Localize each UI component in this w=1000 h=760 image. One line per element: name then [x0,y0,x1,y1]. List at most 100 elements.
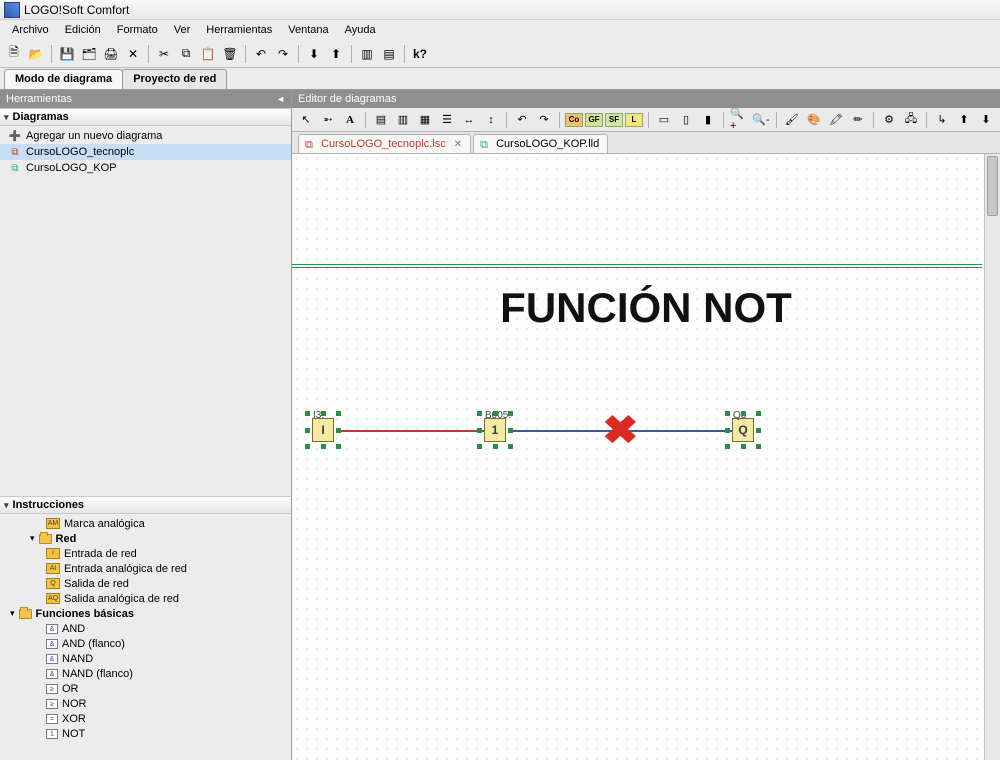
gate-icon: 1 [46,729,58,739]
tree-item-label: NOR [62,698,86,710]
redo-icon[interactable]: ↷ [534,111,554,129]
layout2-icon[interactable]: ▯ [676,111,696,129]
tree-item-nor[interactable]: ≥ NOR [0,696,291,711]
diagrams-section-header[interactable]: ▾ Diagramas [0,108,291,126]
copy-icon[interactable]: ⧉ [176,44,196,64]
layout3-icon[interactable]: ▮ [698,111,718,129]
tree-item-xor[interactable]: = XOR [0,711,291,726]
menu-ventana[interactable]: Ventana [280,22,336,38]
zoom-in-icon[interactable]: 🔍+ [729,111,749,129]
tree-item-curso-kop[interactable]: ⧉ CursoLOGO_KOP [0,160,291,176]
dist-h-icon[interactable]: ↔ [459,111,479,129]
paint3-icon[interactable]: 🖍 [826,111,846,129]
vertical-scrollbar[interactable] [984,154,1000,760]
connect-icon[interactable]: ➵ [318,111,338,129]
pointer-icon[interactable]: ↖ [296,111,316,129]
editor-toolbar: ↖ ➵ A ▤ ▥ ▦ ☰ ↔ ↕ ↶ ↷ Co GF SF L ▭ ▯ ▮ 🔍… [292,108,1000,132]
down-icon[interactable]: ⬇ [976,111,996,129]
fbd-icon: ⧉ [8,146,22,158]
paste-icon[interactable]: 📋 [198,44,218,64]
app-icon [4,2,20,18]
doc-tab-tecnoplc[interactable]: ⧉ CursoLOGO_tecnoplc.lsc ✕ [298,134,471,153]
menu-edicion[interactable]: Edición [57,22,109,38]
scrollbar-thumb[interactable] [987,156,998,216]
window1-icon[interactable]: ▥ [357,44,377,64]
open-icon[interactable]: 📂 [26,44,46,64]
download-icon[interactable]: ⬇ [304,44,324,64]
block-input-i3[interactable]: I3. I [312,418,334,442]
tab-diagram-mode[interactable]: Modo de diagrama [4,69,123,89]
constants-box[interactable]: Co [565,113,583,127]
tree-item-salida-analog-red[interactable]: AQ Salida analógica de red [0,591,291,606]
tree-item-label: CursoLOGO_tecnoplc [26,146,134,158]
gate-icon: ≥ [46,684,58,694]
upload-icon[interactable]: ⬆ [326,44,346,64]
doc-tab-kop[interactable]: ⧉ CursoLOGO_KOP.lld [473,134,608,153]
basic-functions-box[interactable]: GF [585,113,603,127]
logs-box[interactable]: L [625,113,643,127]
simulate-icon[interactable]: ⚙ [879,111,899,129]
diagram-canvas[interactable]: FUNCIÓN NOT I3. I B005. 1 ✖ Q3 Q [292,154,1000,760]
close-doc-icon[interactable]: ✕ [123,44,143,64]
tree-folder-red[interactable]: ▾ Red [0,531,291,546]
instructions-section-header[interactable]: ▾ Instrucciones [0,496,291,514]
tree-item-not[interactable]: 1 NOT [0,726,291,741]
tree-item-and-flanco[interactable]: & AND (flanco) [0,636,291,651]
tree-item-label: Red [56,533,77,545]
tree-folder-funciones-basicas[interactable]: ▾ Funciones básicas [0,606,291,621]
save-icon[interactable]: 💾 [57,44,77,64]
delete-icon[interactable]: 🗑 [220,44,240,64]
undo-icon[interactable]: ↶ [512,111,532,129]
tree-item-or[interactable]: ≥ OR [0,681,291,696]
gate-icon: & [46,669,58,679]
tools-panel-header: Herramientas ◄ [0,90,291,108]
up-icon[interactable]: ⬆ [954,111,974,129]
network-icon[interactable]: 🖧 [901,111,921,129]
collapse-left-icon[interactable]: ◄ [276,94,285,104]
menu-archivo[interactable]: Archivo [4,22,57,38]
text-icon[interactable]: A [340,111,360,129]
layout1-icon[interactable]: ▭ [654,111,674,129]
align-right-icon[interactable]: ▦ [415,111,435,129]
menu-formato[interactable]: Formato [109,22,166,38]
print-icon[interactable]: 🖨 [101,44,121,64]
paint4-icon[interactable]: ✏ [848,111,868,129]
tab-net-project[interactable]: Proyecto de red [122,69,227,89]
tree-item-salida-red[interactable]: Q Salida de red [0,576,291,591]
paint2-icon[interactable]: 🎨 [804,111,824,129]
block-output-q3[interactable]: Q3 Q [732,418,754,442]
tree-item-nand[interactable]: & NAND [0,651,291,666]
tree-item-label: Agregar un nuevo diagrama [26,130,162,142]
redo-icon[interactable]: ↷ [273,44,293,64]
help-icon[interactable]: k? [410,44,430,64]
save-all-icon[interactable]: 🗂 [79,44,99,64]
close-tab-icon[interactable]: ✕ [450,139,462,150]
toolbar-separator [506,112,507,128]
undo-icon[interactable]: ↶ [251,44,271,64]
new-icon[interactable]: 🗎 [4,44,24,64]
menu-ver[interactable]: Ver [166,22,199,38]
align-center-icon[interactable]: ▥ [393,111,413,129]
wire-i-to-b[interactable] [336,430,488,432]
menu-ayuda[interactable]: Ayuda [337,22,384,38]
cut-icon[interactable]: ✂ [154,44,174,64]
goto-icon[interactable]: ↳ [932,111,952,129]
add-new-diagram[interactable]: ➕ Agregar un nuevo diagrama [0,128,291,144]
window2-icon[interactable]: ▤ [379,44,399,64]
toolbar-separator [776,112,777,128]
block-not-b005[interactable]: B005. 1 [484,418,506,442]
tree-item-nand-flanco[interactable]: & NAND (flanco) [0,666,291,681]
special-functions-box[interactable]: SF [605,113,623,127]
tree-item-marca-analogica[interactable]: AM Marca analógica [0,516,291,531]
tree-item-entrada-red[interactable]: I Entrada de red [0,546,291,561]
align-top-icon[interactable]: ☰ [437,111,457,129]
menu-herramientas[interactable]: Herramientas [198,22,280,38]
dist-v-icon[interactable]: ↕ [481,111,501,129]
tree-item-and[interactable]: & AND [0,621,291,636]
paint1-icon[interactable]: 🖌 [782,111,802,129]
align-left-icon[interactable]: ▤ [371,111,391,129]
canvas-area[interactable]: FUNCIÓN NOT I3. I B005. 1 ✖ Q3 Q [292,154,1000,760]
tree-item-curso-tecnoplc[interactable]: ⧉ CursoLOGO_tecnoplc [0,144,291,160]
zoom-out-icon[interactable]: 🔍- [751,111,771,129]
tree-item-entrada-analog-red[interactable]: AI Entrada analógica de red [0,561,291,576]
